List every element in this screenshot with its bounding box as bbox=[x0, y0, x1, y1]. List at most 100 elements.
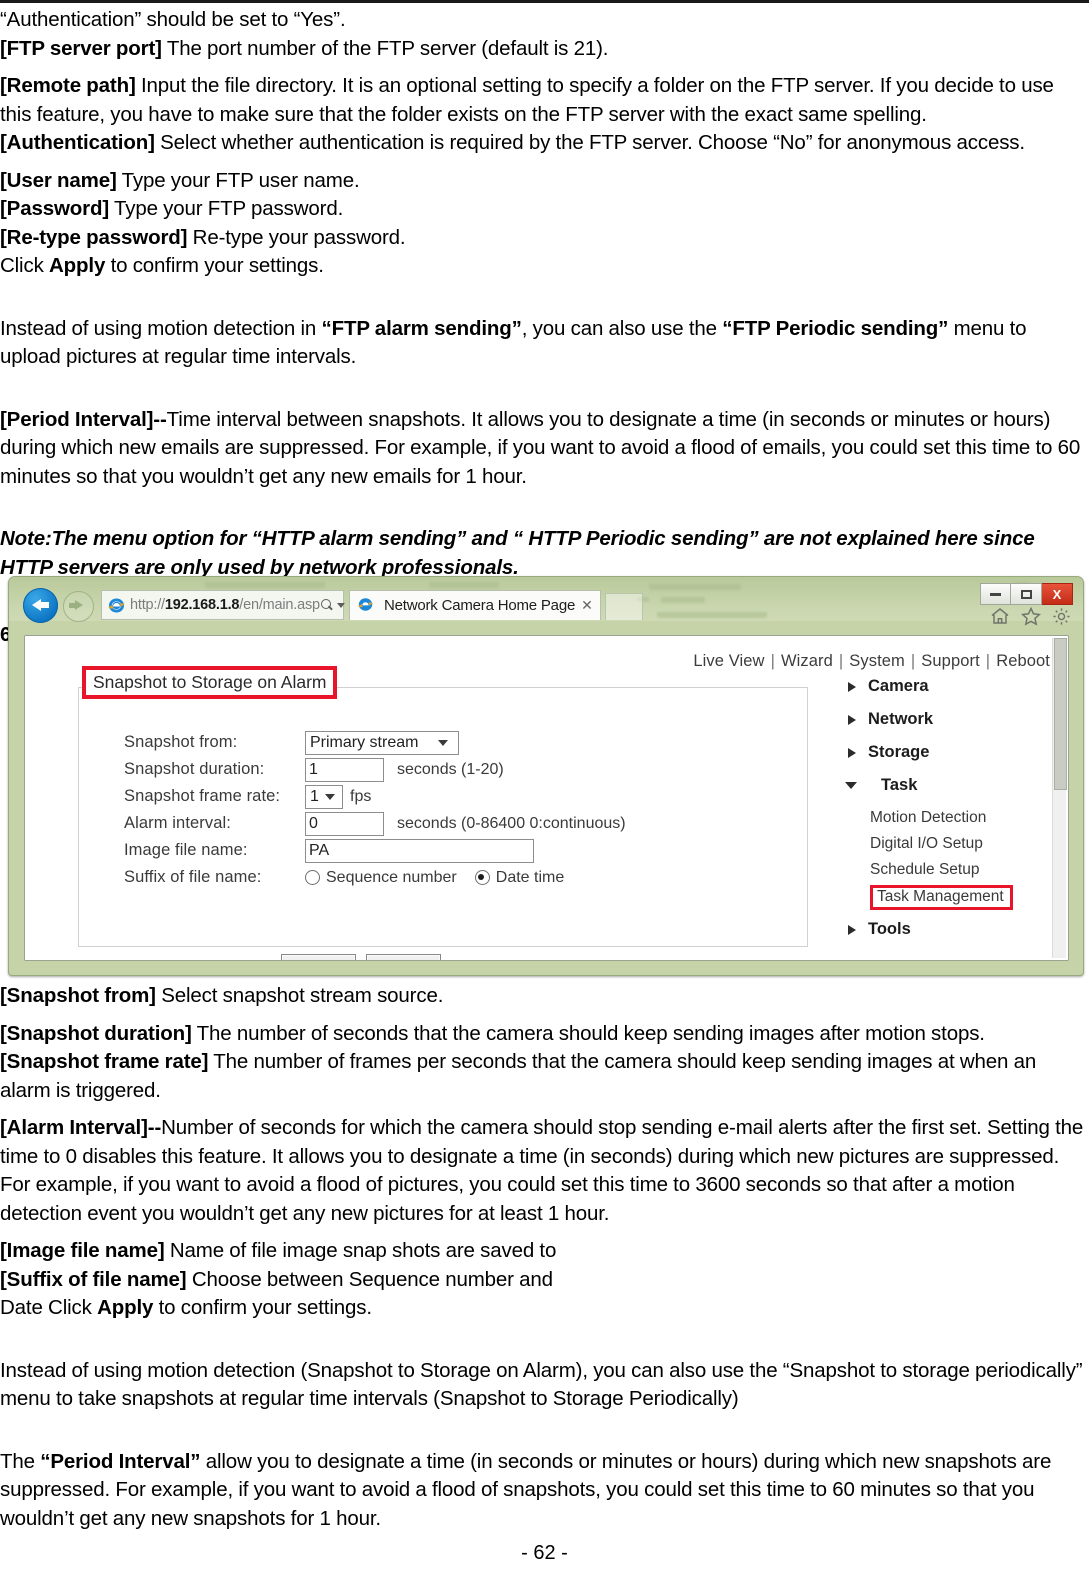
menu-label-network: Network bbox=[868, 710, 934, 728]
menu-label-storage: Storage bbox=[868, 743, 930, 761]
menu-item-digital-io-setup[interactable]: Digital I/O Setup bbox=[845, 832, 1035, 855]
term-remote-path: [Remote path] bbox=[0, 74, 136, 97]
nav-live-view[interactable]: Live View bbox=[693, 652, 764, 670]
tab-network-camera-home-page[interactable]: Network Camera Home Page ✕ bbox=[349, 590, 601, 620]
term-apply: Apply bbox=[97, 1296, 154, 1319]
paragraph-period-interval-2: The “Period Interval” allow you to desig… bbox=[0, 1448, 1089, 1534]
paragraph-authentication: “Authentication” should be set to “Yes”. bbox=[0, 6, 1089, 35]
snapshot-frame-rate-value: 1 bbox=[310, 787, 319, 805]
nav-wizard[interactable]: Wizard bbox=[781, 652, 833, 670]
browser-tool-icons bbox=[990, 607, 1071, 626]
chevron-down-icon[interactable] bbox=[336, 602, 345, 608]
url-host: 192.168.1.8 bbox=[164, 597, 240, 613]
nav-system[interactable]: System bbox=[849, 652, 905, 670]
label-suffix-of-file-name: Suffix of file name: bbox=[124, 868, 262, 886]
control-alarm-interval: 0 seconds (0-86400 0:continuous) bbox=[305, 811, 626, 836]
image-file-name-input[interactable]: PA bbox=[305, 838, 534, 863]
favorites-star-icon[interactable] bbox=[1021, 607, 1041, 626]
control-snapshot-duration: 1 seconds (1-20) bbox=[305, 757, 504, 782]
tab-strip: Network Camera Home Page ✕ bbox=[349, 590, 643, 620]
paragraph-text: , you can also use the bbox=[521, 316, 723, 340]
menu-item-camera[interactable]: Camera bbox=[845, 674, 1035, 699]
snapshot-duration-input[interactable]: 1 bbox=[305, 757, 384, 782]
snapshot-frame-rate-select[interactable]: 1 bbox=[305, 784, 343, 809]
snapshot-settings-form: Snapshot from: Primary stream Snapshot d… bbox=[124, 729, 626, 891]
menu-item-task[interactable]: Task bbox=[845, 773, 1035, 798]
menu-label-motion-detection: Motion Detection bbox=[870, 808, 987, 826]
menu-item-schedule-setup[interactable]: Schedule Setup bbox=[845, 858, 1035, 881]
document-body-lower: [Snapshot from] Select snapshot stream s… bbox=[0, 982, 1089, 1533]
back-arrow-icon[interactable] bbox=[23, 588, 58, 623]
window-controls: X bbox=[980, 583, 1073, 605]
paragraph-text: Select snapshot stream source. bbox=[155, 984, 444, 1007]
close-icon[interactable]: ✕ bbox=[581, 597, 593, 614]
menu-item-task-management[interactable]: Task Management bbox=[845, 884, 1035, 911]
nav-support[interactable]: Support bbox=[921, 652, 980, 670]
radio-button-unselected[interactable] bbox=[305, 870, 320, 885]
label-snapshot-duration: Snapshot duration: bbox=[124, 760, 265, 778]
address-bar[interactable]: http://192.168.1.8/en/main.asp ↻ bbox=[101, 590, 362, 620]
hint-alarm-interval: seconds (0-86400 0:continuous) bbox=[397, 814, 626, 832]
close-window-button[interactable]: X bbox=[1042, 583, 1073, 605]
menu-label-task: Task bbox=[881, 776, 918, 794]
paragraph-retype-password: [Re-type password] Re-type your password… bbox=[0, 224, 1089, 253]
menu-label-schedule-setup: Schedule Setup bbox=[870, 860, 980, 878]
paragraph-ftp-server-port: [FTP server port] The port number of the… bbox=[0, 35, 1089, 64]
menu-item-network[interactable]: Network bbox=[845, 707, 1035, 732]
alarm-interval-input[interactable]: 0 bbox=[305, 811, 384, 836]
term-password: [Password] bbox=[0, 197, 109, 220]
panel-title-highlight: Snapshot to Storage on Alarm bbox=[82, 666, 338, 700]
label-alarm-interval: Alarm interval: bbox=[124, 814, 231, 832]
paragraph-text: Type your FTP user name. bbox=[116, 168, 360, 192]
gear-icon[interactable] bbox=[1052, 607, 1071, 626]
scrollbar-thumb[interactable] bbox=[1054, 638, 1067, 790]
paragraph-text: Re-type your password. bbox=[187, 225, 406, 249]
menu-label-camera: Camera bbox=[868, 677, 929, 695]
paragraph-snapshot-duration: [Snapshot duration] The number of second… bbox=[0, 1020, 1089, 1049]
home-icon[interactable] bbox=[990, 607, 1010, 626]
new-tab-button[interactable] bbox=[604, 593, 643, 620]
menu-item-tools[interactable]: Tools bbox=[845, 917, 1035, 942]
document-page: “Authentication” should be set to “Yes”.… bbox=[0, 0, 1089, 1591]
label-snapshot-from: Snapshot from: bbox=[124, 733, 238, 751]
term-authentication: [Authentication] bbox=[0, 131, 155, 154]
term-ftp-server-port: [FTP server port] bbox=[0, 36, 162, 60]
radio-button-selected[interactable] bbox=[474, 870, 490, 885]
menu-item-motion-detection[interactable]: Motion Detection bbox=[845, 806, 1035, 829]
paragraph-text: Number of seconds for which the camera s… bbox=[0, 1116, 1084, 1225]
apply-button[interactable]: Apply bbox=[281, 954, 356, 960]
chevron-down-icon bbox=[438, 739, 449, 746]
radio-sequence-number[interactable]: Sequence number bbox=[305, 869, 457, 887]
radio-date-time[interactable]: Date time bbox=[474, 869, 564, 887]
forward-arrow-icon[interactable] bbox=[63, 591, 94, 622]
menu-item-storage[interactable]: Storage bbox=[845, 740, 1035, 765]
term-snapshot-from: [Snapshot from] bbox=[0, 984, 156, 1007]
page-top-rule bbox=[0, 0, 1089, 3]
term-snapshot-duration: [Snapshot duration] bbox=[0, 1021, 192, 1045]
control-snapshot-frame-rate: 1 fps bbox=[305, 784, 372, 809]
chevron-down-icon bbox=[845, 782, 857, 789]
chevron-right-icon bbox=[848, 924, 856, 935]
paragraph-text: Click bbox=[0, 254, 50, 277]
url-path: /en/main.asp bbox=[239, 597, 320, 613]
nav-reboot[interactable]: Reboot bbox=[996, 652, 1050, 670]
term-ftp-periodic-sending: “FTP Periodic sending” bbox=[722, 316, 949, 340]
page-scrollbar[interactable] bbox=[1052, 638, 1067, 958]
paragraph-text: Date Click bbox=[0, 1296, 98, 1319]
back-button[interactable]: Back bbox=[366, 954, 441, 960]
control-image-file-name: PA bbox=[305, 838, 534, 863]
maximize-button[interactable] bbox=[1011, 583, 1042, 605]
hint-snapshot-frame-rate: fps bbox=[350, 787, 372, 805]
paragraph-text: “Authentication” should be set to “Yes”. bbox=[0, 8, 346, 31]
snapshot-from-select[interactable]: Primary stream bbox=[305, 730, 459, 755]
paragraph-text: Name of file image snap shots are saved … bbox=[164, 1239, 557, 1262]
search-icon[interactable] bbox=[320, 598, 333, 613]
paragraph-period-interval: [Period Interval]--Time interval between… bbox=[0, 406, 1089, 492]
minimize-button[interactable] bbox=[980, 583, 1011, 605]
chevron-right-icon bbox=[848, 714, 856, 725]
browser-viewport: Live View | Wizard | System | Support | Reboot S… bbox=[24, 635, 1069, 961]
paragraph-text: Instead of using motion detection (Snaps… bbox=[0, 1358, 1083, 1411]
